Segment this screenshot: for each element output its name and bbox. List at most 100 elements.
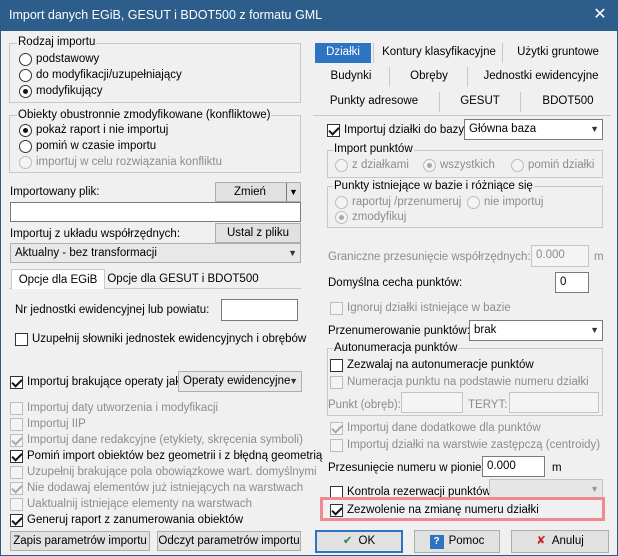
radio-importuj-konflikt[interactable]: importuj w celu rozwiązania konfliktu — [19, 155, 222, 169]
chevron-down-icon: ▼ — [590, 484, 599, 494]
brakujace-operaty-select[interactable]: Operaty ewidencyjne ▼ — [178, 371, 302, 392]
przesuniecie-input[interactable]: 0.000 — [482, 456, 545, 477]
load-params-button[interactable]: Odczyt parametrów importu — [157, 531, 301, 551]
check-numeracja[interactable]: Numeracja punktu na podstawie numeru dzi… — [330, 375, 589, 389]
tab-jednostki[interactable]: Jednostki ewidencyjne — [473, 67, 609, 87]
checkbox-label: Nie dodawaj elementów już istniejących n… — [27, 482, 304, 494]
check-zastepcza[interactable]: Importuj działki na warstwie zastępczą (… — [330, 438, 600, 452]
tab-budynki[interactable]: Budynki — [319, 67, 383, 87]
checkbox-label: Importuj dane dodatkowe dla punktów — [347, 422, 541, 434]
radio-icon — [335, 195, 348, 209]
checkbox-label: Zezwolenie na zmianę numeru działki — [347, 504, 539, 516]
chevron-down-icon: ▼ — [288, 248, 297, 258]
checkbox-label: Importuj działki do bazy — [344, 124, 465, 136]
tab-divider — [389, 67, 390, 87]
radio-icon — [335, 158, 348, 172]
radio-z-dzialkami[interactable]: z działkami — [335, 158, 409, 172]
tab-uzytki[interactable]: Użytki gruntowe — [507, 43, 609, 63]
help-label: Pomoc — [448, 535, 485, 547]
check-importuj-dzialki[interactable]: Importuj działki do bazy — [327, 123, 464, 137]
radio-label: raportuj /przenumeruj — [352, 196, 462, 208]
check-zezwolenie-zmiana[interactable]: Zezwolenie na zmianę numeru działki — [330, 503, 539, 517]
change-file-button[interactable]: Zmień ▼ — [215, 182, 301, 202]
radio-podstawowy[interactable]: podstawowy — [19, 52, 99, 66]
baza-select[interactable]: Główna baza ▼ — [464, 119, 603, 140]
tab-obreby[interactable]: Obręby — [397, 67, 461, 87]
obreb-label: Punkt (obręb): — [328, 399, 401, 411]
checkbox-label: Importuj daty utworzenia i modyfikacji — [27, 402, 219, 414]
import-punktow-title: Import punktów — [333, 143, 414, 156]
check-generuj-raport[interactable]: Generuj raport z zanumerowania obiektów — [10, 513, 243, 527]
tab-divider — [520, 92, 521, 112]
file-path-input[interactable] — [10, 202, 301, 222]
checkbox-label: Numeracja punktu na podstawie numeru dzi… — [347, 376, 589, 388]
graniczne-label: Graniczne przesunięcie współrzędnych: — [328, 251, 531, 263]
radio-nie-importuj[interactable]: nie importuj — [467, 195, 543, 209]
check-uzupelnij-slowniki[interactable]: Uzupełnij słowniki jednostek ewidencyjny… — [15, 332, 306, 346]
cecha-label: Domyślna cecha punktów: — [328, 277, 463, 289]
chevron-down-icon[interactable]: ▼ — [289, 183, 298, 201]
obreb-input[interactable] — [401, 392, 463, 413]
set-from-file-button[interactable]: Ustal z pliku — [215, 223, 301, 243]
check-importuj-brakujace[interactable]: Importuj brakujące operaty jako — [10, 375, 187, 389]
check-redakcyjne[interactable]: Importuj dane redakcyjne (etykiety, skrę… — [10, 433, 303, 447]
radio-raportuj[interactable]: raportuj /przenumeruj — [335, 195, 461, 209]
checkbox-icon — [330, 358, 343, 372]
cecha-input[interactable]: 0 — [555, 272, 589, 293]
cancel-x-icon: ✘ — [536, 535, 546, 547]
ok-button[interactable]: ✔ OK — [315, 530, 403, 553]
checkbox-icon — [10, 497, 23, 511]
title-bar: Import danych EGiB, GESUT i BDOT500 z fo… — [1, 1, 617, 31]
checkbox-label: Importuj IIP — [27, 418, 86, 430]
kontrola-select[interactable]: ▼ — [489, 479, 603, 499]
graniczne-input[interactable]: 0.000 — [531, 245, 589, 267]
radio-pomin-dzialki[interactable]: pomiń działki — [511, 158, 594, 172]
radio-label: podstawowy — [36, 53, 100, 65]
check-ignoruj[interactable]: Ignoruj działki istniejące w bazie — [330, 301, 511, 315]
checkbox-label: Uaktualnij istniejące elementy na warstw… — [27, 498, 252, 510]
checkbox-label: Importuj brakujące operaty jako — [27, 376, 188, 388]
help-button[interactable]: ? Pomoc — [414, 530, 500, 553]
tab-gesut[interactable]: GESUT — [447, 92, 513, 112]
tab-opcje-gesut[interactable]: Opcje dla GESUT i BDOT500 — [105, 269, 261, 289]
tab-bdot500[interactable]: BDOT500 — [527, 92, 609, 112]
check-nie-dodawaj[interactable]: Nie dodawaj elementów już istniejących n… — [10, 481, 303, 495]
check-pomin-geometrie[interactable]: Pomiń import obiektów bez geometrii i z … — [10, 449, 322, 463]
checkbox-icon — [330, 301, 343, 315]
radio-pomin[interactable]: pomiń w czasie importu — [19, 139, 156, 153]
checkbox-icon — [10, 401, 23, 415]
checkbox-icon — [327, 123, 340, 137]
radio-pokaz-raport[interactable]: pokaż raport i nie importuj — [19, 123, 168, 137]
radio-uzupelniajacy[interactable]: do modyfikacji/uzupełniający — [19, 68, 182, 82]
radio-zmodyfikuj[interactable]: zmodyfikuj — [335, 210, 406, 224]
checkbox-label: Uzupełnij brakujące pola obowiązkowe war… — [27, 466, 317, 478]
radio-wszystkich[interactable]: wszystkich — [423, 158, 495, 172]
tab-opcje-egib[interactable]: Opcje dla EGiB — [11, 269, 105, 289]
coord-system-select[interactable]: Aktualny - bez transformacji ▼ — [10, 243, 301, 263]
teryt-input[interactable] — [509, 392, 599, 413]
help-icon: ? — [429, 535, 444, 549]
tab-dzialki[interactable]: Działki — [315, 43, 371, 63]
radio-label: pokaż raport i nie importuj — [36, 124, 169, 136]
check-daty[interactable]: Importuj daty utworzenia i modyfikacji — [10, 401, 218, 415]
checkbox-icon — [330, 421, 343, 435]
check-iip[interactable]: Importuj IIP — [10, 417, 86, 431]
ok-label: OK — [358, 535, 376, 547]
change-file-label: Zmień — [234, 186, 266, 198]
radio-modyfikujacy[interactable]: modyfikujący — [19, 84, 102, 98]
nr-jednostki-input[interactable] — [221, 299, 298, 321]
save-params-button[interactable]: Zapis parametrów importu — [10, 531, 150, 551]
check-uaktualnij[interactable]: Uaktualnij istniejące elementy na warstw… — [10, 497, 252, 511]
checkbox-icon — [330, 503, 343, 517]
tab-kontury[interactable]: Kontury klasyfikacyjne — [379, 43, 499, 63]
check-zezwalaj[interactable]: Zezwalaj na autonumeracje punktów — [330, 358, 534, 372]
close-icon[interactable]: ✕ — [589, 4, 611, 26]
przenumerowanie-select[interactable]: brak ▼ — [469, 320, 603, 341]
tab-punkty-adresowe[interactable]: Punkty adresowe — [319, 92, 429, 112]
checkbox-label: Pomiń import obiektów bez geometrii i z … — [27, 450, 323, 462]
check-dane-dodatkowe[interactable]: Importuj dane dodatkowe dla punktów — [330, 421, 541, 435]
cancel-button[interactable]: ✘ Anuluj — [511, 530, 609, 553]
checkbox-icon — [10, 433, 23, 447]
check-uzupelnij-pola[interactable]: Uzupełnij brakujące pola obowiązkowe war… — [10, 465, 317, 479]
radio-icon — [335, 210, 348, 224]
